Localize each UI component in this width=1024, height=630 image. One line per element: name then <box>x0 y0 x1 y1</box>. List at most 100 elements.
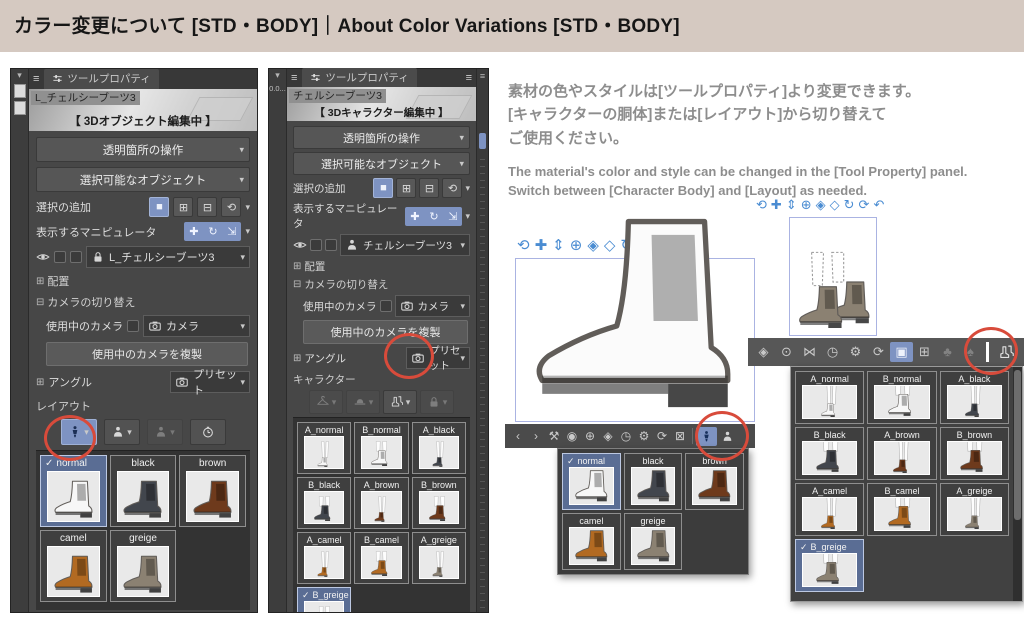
color-swatch[interactable]: ✓greige <box>110 530 177 602</box>
section-camera-switch[interactable]: ⊟ カメラの切り替え <box>36 294 250 310</box>
expand-icon[interactable]: ⊞ <box>293 353 301 364</box>
manipulator-toggle-group[interactable]: ✚↻⇲ <box>184 222 241 241</box>
collapsed-panel-strip[interactable]: ▾ <box>11 69 29 612</box>
panel-menu-icon[interactable]: ≡ <box>480 71 485 81</box>
color-swatch[interactable]: ✓B_normal <box>354 422 408 474</box>
color-swatch[interactable]: ✓camel <box>40 530 107 602</box>
object-select[interactable]: L_チェルシーブーツ3 ▾ <box>86 246 250 268</box>
preset-box-icon[interactable]: ⊞ <box>913 342 936 362</box>
angle-preset-select[interactable]: プリセット ▾ <box>170 371 250 393</box>
chevron-down-icon[interactable]: ▾ <box>465 211 470 222</box>
color-swatch[interactable]: ✓brown <box>179 455 246 527</box>
gear-icon[interactable]: ⚙ <box>635 427 653 445</box>
select-remove-button[interactable]: ⊟ <box>197 197 217 217</box>
color-swatch[interactable]: ✓A_camel <box>297 532 351 584</box>
duplicate-camera-button[interactable]: 使用中のカメラを複製 <box>303 320 468 344</box>
expand-icon[interactable]: ⊞ <box>36 276 44 287</box>
camera-rotate-icon[interactable]: ⟲ <box>517 238 530 253</box>
checkbox[interactable] <box>310 239 322 251</box>
layout-pose-button[interactable] <box>696 427 717 446</box>
camera-rotate-icon[interactable]: ⟲ <box>756 198 767 211</box>
expand-icon[interactable]: ⊞ <box>36 377 44 388</box>
pose-mannequin-button[interactable]: ▾ <box>61 419 97 445</box>
sync-rotate-icon[interactable]: ⟳ <box>867 342 890 362</box>
color-swatch[interactable]: ✓B_camel <box>354 532 408 584</box>
plant-icon[interactable]: ♣ <box>936 342 959 362</box>
manipulator-toggle-group[interactable]: ✚↻⇲ <box>405 207 462 226</box>
selectable-objects-dropdown[interactable]: 選択可能なオブジェクト ▾ <box>293 152 470 175</box>
reset-pose-icon[interactable]: ↶ <box>873 198 884 211</box>
transparency-dropdown[interactable]: 透明箇所の操作 ▾ <box>36 137 250 162</box>
boots-button[interactable] <box>993 340 1019 364</box>
wireframe-cube-icon[interactable]: ◇ <box>830 198 840 211</box>
select-new-button[interactable]: ■ <box>373 178 393 198</box>
select-add-button[interactable]: ⊞ <box>173 197 193 217</box>
section-placement[interactable]: ⊞ 配置 <box>293 259 470 274</box>
color-swatch[interactable]: ✓B_black <box>297 477 351 529</box>
eye-icon[interactable] <box>36 250 50 264</box>
next-icon[interactable]: › <box>527 427 545 445</box>
panel-menu-icon[interactable]: ≡ <box>466 72 472 84</box>
select-add-button[interactable]: ⊞ <box>396 178 416 198</box>
pose-person-button[interactable]: ▾ <box>104 419 140 445</box>
move-tool-icon[interactable]: ⊕ <box>581 427 599 445</box>
checkbox[interactable] <box>127 320 139 332</box>
checkbox[interactable] <box>380 300 392 312</box>
collapse-icon[interactable]: ⊟ <box>36 297 44 308</box>
color-swatch[interactable]: ✓A_normal <box>297 422 351 474</box>
character-pose-button[interactable] <box>717 427 738 446</box>
wrench-icon[interactable]: ⚒ <box>545 427 563 445</box>
sync-rotate-icon[interactable]: ⟳ <box>653 427 671 445</box>
boots-button[interactable]: ▾ <box>383 390 417 414</box>
timer-button[interactable] <box>190 419 226 445</box>
color-swatch[interactable]: ✓greige <box>624 513 683 570</box>
tab-tool-property[interactable]: ツールプロパティ <box>44 69 158 89</box>
collapse-icon[interactable]: ⊟ <box>293 279 301 290</box>
color-swatch[interactable]: ✓B_brown <box>412 477 466 529</box>
color-swatch[interactable]: ✓A_normal <box>795 371 864 424</box>
color-swatch[interactable]: ✓B_black <box>795 427 864 480</box>
scrollbar-thumb[interactable] <box>1014 370 1021 520</box>
collapse-chevron-icon[interactable]: ▾ <box>17 70 22 81</box>
root-move-icon[interactable]: ◈ <box>752 342 775 362</box>
transparency-dropdown[interactable]: 透明箇所の操作 ▾ <box>293 126 470 149</box>
hanger-button[interactable]: ▾ <box>309 390 343 414</box>
color-swatch[interactable]: ✓normal <box>40 455 107 527</box>
select-remove-button[interactable]: ⊟ <box>419 178 439 198</box>
section-camera-switch[interactable]: ⊟ カメラの切り替え <box>293 277 470 292</box>
camera-zoom-icon[interactable]: ⇕ <box>786 198 797 211</box>
pose-person-disabled-button[interactable]: ▾ <box>147 419 183 445</box>
select-cycle-button[interactable]: ⟲ <box>221 197 241 217</box>
tab-tool-property[interactable]: ツールプロパティ <box>302 68 416 88</box>
color-swatch[interactable]: ✓B_camel <box>867 483 936 536</box>
color-swatch[interactable]: ✓black <box>110 455 177 527</box>
color-swatch[interactable]: ✓brown <box>685 453 744 510</box>
section-placement[interactable]: ⊞ 配置 <box>36 273 250 289</box>
prev-icon[interactable]: ‹ <box>509 427 527 445</box>
chevron-down-icon[interactable]: ▾ <box>245 226 250 237</box>
layout-panel-icon[interactable]: ▣ <box>890 342 913 362</box>
checkbox[interactable] <box>70 251 82 263</box>
camera-select[interactable]: カメラ ▾ <box>143 315 250 337</box>
angle-preset-select[interactable]: プリセット ▾ <box>406 347 470 369</box>
scrollbar[interactable] <box>1013 367 1022 601</box>
color-swatch[interactable]: ✓black <box>624 453 683 510</box>
flower-icon[interactable]: ♠ <box>959 342 982 362</box>
timer-icon[interactable]: ◷ <box>821 342 844 362</box>
color-swatch[interactable]: ✓B_normal <box>867 371 936 424</box>
color-swatch[interactable]: ✓B_brown <box>940 427 1009 480</box>
object-mode-icon[interactable]: ◈ <box>599 427 617 445</box>
rotate-x-icon[interactable]: ⟳ <box>859 198 870 211</box>
color-swatch[interactable]: ✓A_black <box>940 371 1009 424</box>
checkbox[interactable] <box>325 239 337 251</box>
gear-icon[interactable]: ⚙ <box>844 342 867 362</box>
camera-icon[interactable]: ◉ <box>563 427 581 445</box>
color-swatch[interactable]: ✓normal <box>562 453 621 510</box>
expand-icon[interactable]: ⊞ <box>293 261 301 272</box>
bag-button[interactable]: ▾ <box>420 390 454 414</box>
checkbox[interactable] <box>54 251 66 263</box>
chevron-down-icon[interactable]: ▾ <box>245 202 250 213</box>
panel-menu-icon[interactable]: ≡ <box>291 72 297 84</box>
chevron-down-icon[interactable]: ▾ <box>465 183 470 194</box>
panel-menu-icon[interactable]: ≡ <box>33 73 39 85</box>
